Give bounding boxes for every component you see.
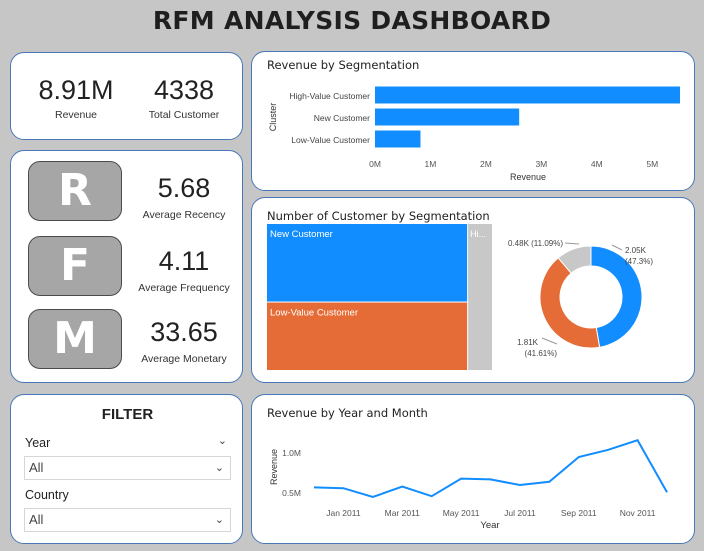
y-tick-label: 0.5M — [282, 488, 301, 498]
treemap-label: Low-Value Customer — [270, 308, 358, 319]
revenue-series-line — [313, 438, 668, 499]
x-tick-label: 0M — [369, 159, 381, 169]
x-tick-label: Sep 2011 — [561, 508, 597, 518]
average-monetary-value: 33.65 — [150, 317, 218, 347]
x-tick-label: Nov 2011 — [620, 508, 656, 518]
average-monetary-label: Average Monetary — [141, 353, 227, 365]
x-tick-label: Jul 2011 — [504, 508, 536, 518]
x-tick-label: 4M — [591, 159, 603, 169]
filter-title: FILTER — [101, 406, 154, 423]
year-select-value: All — [29, 460, 44, 475]
revenue-by-segmentation-card: Revenue by Segmentation High-Value Custo… — [251, 51, 695, 191]
year-select[interactable]: All ⌄ — [24, 456, 231, 480]
year-filter-label: Year — [25, 436, 51, 450]
bar — [375, 86, 680, 104]
total-customer-label: Total Customer — [148, 109, 220, 121]
revenue-line-chart: Jan 2011 Mar 2011 May 2011 Jul 2011 Sep 2011… — [269, 438, 668, 531]
customer-count-card: Number of Customer by Segmentation New C… — [251, 197, 695, 383]
average-frequency-label: Average Frequency — [138, 282, 230, 294]
x-tick-label: 5M — [646, 159, 658, 169]
average-recency-label: Average Recency — [142, 209, 226, 221]
donut-data-label: (47.3%) — [625, 257, 653, 266]
revenue-by-month-card: Revenue by Year and Month Jan 2011 Mar 20… — [251, 394, 695, 544]
donut-data-label: 1.81K — [517, 338, 539, 347]
chevron-down-icon[interactable]: ⌄ — [218, 434, 227, 447]
filter-card: FILTER Year ⌄ All ⌄ Country All ⌄ — [10, 394, 243, 544]
customer-treemap-donut: New Customer Low-Value Customer Hi... 2.05K… — [267, 224, 653, 370]
country-filter-label: Country — [25, 488, 69, 502]
chevron-down-icon: ⌄ — [214, 514, 224, 526]
dashboard-title: RFM ANALYSIS DASHBOARD — [152, 6, 552, 35]
donut-data-label: 2.05K — [625, 246, 647, 255]
x-tick-label: 3M — [535, 159, 547, 169]
treemap-label: Hi... — [470, 229, 486, 239]
treemap-tile — [468, 224, 492, 370]
bar-category-label: High-Value Customer — [289, 91, 370, 101]
country-select[interactable]: All ⌄ — [24, 508, 231, 532]
x-tick-label: Mar 2011 — [385, 508, 421, 518]
kpi-summary-card: 8.91M Revenue 4338 Total Customer — [10, 52, 243, 140]
country-select-value: All — [29, 512, 44, 527]
y-axis-label: Cluster — [268, 103, 278, 132]
y-axis-label: Revenue — [269, 449, 279, 485]
x-tick-label: 2M — [480, 159, 492, 169]
average-frequency-value: 4.11 — [158, 246, 210, 276]
revenue-value: 8.91M — [38, 75, 114, 105]
donut-leader-line — [611, 244, 623, 251]
revenue-bar-chart: High-Value Customer New Customer Low-Value… — [268, 86, 680, 182]
donut-leader-line — [541, 337, 558, 345]
bar-category-label: New Customer — [314, 113, 370, 123]
x-axis-label: Revenue — [510, 172, 546, 182]
monetary-badge: M — [28, 309, 122, 369]
bar — [375, 130, 421, 148]
frequency-badge: F — [28, 236, 122, 296]
donut-data-label: (41.61%) — [525, 349, 558, 358]
bar — [375, 108, 520, 126]
treemap-label: New Customer — [270, 229, 333, 240]
revenue-label: Revenue — [54, 109, 98, 121]
chevron-down-icon: ⌄ — [214, 462, 224, 474]
x-tick-label: Jan 2011 — [326, 508, 361, 518]
x-tick-label: 1M — [425, 159, 437, 169]
donut-leader-line — [564, 242, 580, 245]
x-axis-label: Year — [480, 520, 499, 531]
rfm-card: R 5.68 Average Recency F 4.11 Average Fr… — [10, 150, 243, 383]
x-tick-label: May 2011 — [443, 508, 480, 518]
donut-data-label: 0.48K (11.09%) — [508, 239, 563, 248]
recency-badge: R — [28, 161, 122, 221]
y-tick-label: 1.0M — [282, 448, 301, 458]
average-recency-value: 5.68 — [157, 173, 211, 203]
bar-category-label: Low-Value Customer — [291, 135, 370, 145]
total-customer-value: 4338 — [153, 75, 215, 105]
